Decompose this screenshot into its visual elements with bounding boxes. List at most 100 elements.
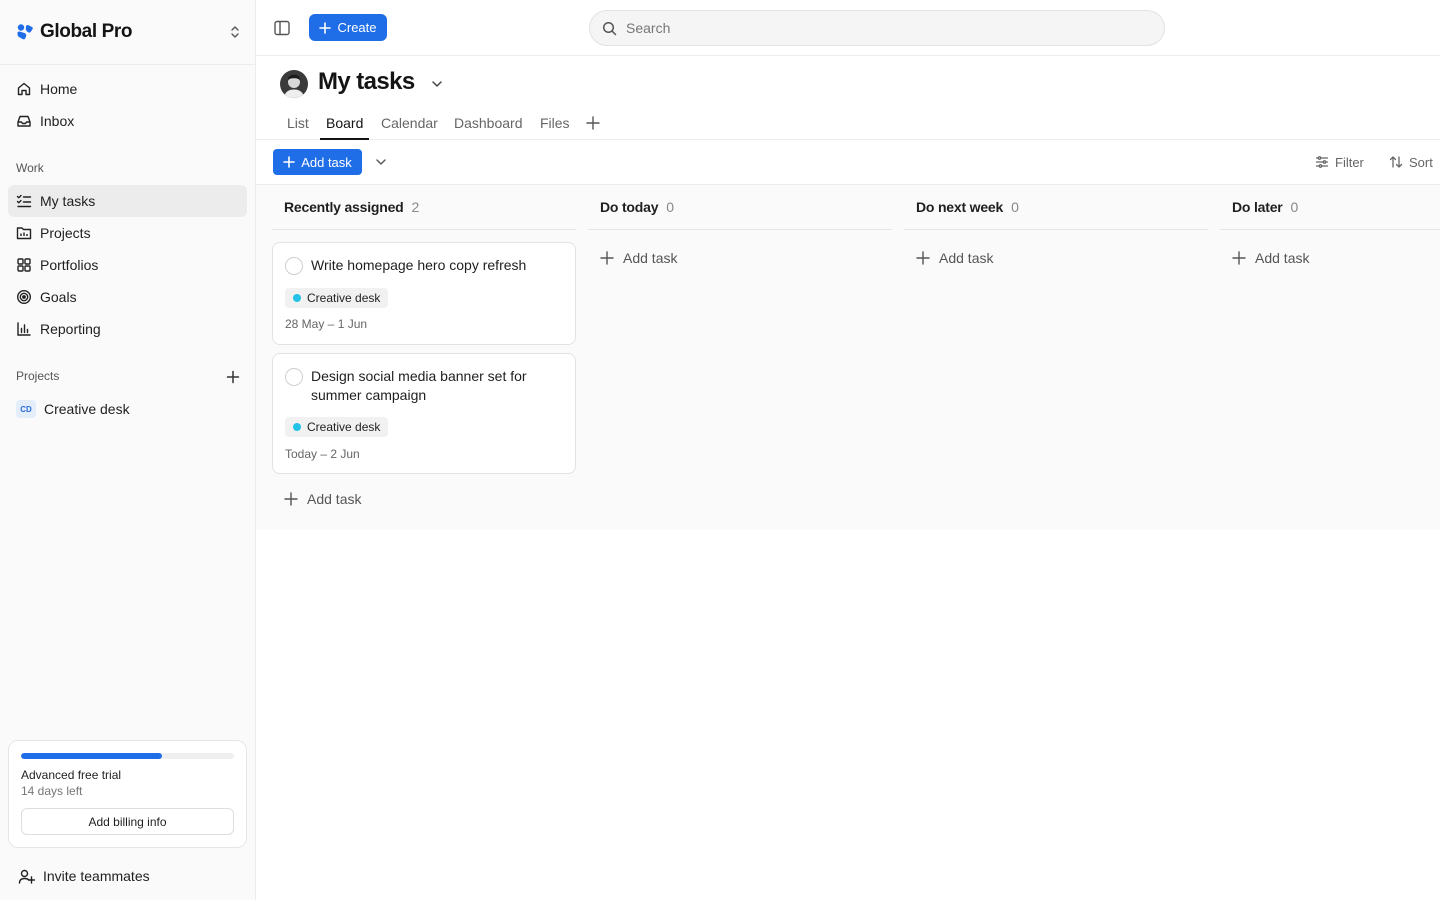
add-task-button[interactable]: Add task [273, 149, 362, 175]
sidebar-item-label: My tasks [40, 193, 96, 209]
top-bar: Create [256, 0, 1440, 56]
search-bar[interactable] [589, 10, 1165, 46]
section-label-projects: Projects [16, 369, 60, 383]
view-tabs: List Board Calendar Dashboard Files [256, 108, 1440, 140]
sidebar-item-label: Home [40, 81, 78, 97]
board: Recently assigned 2 Write homepage hero … [256, 185, 1440, 530]
create-button[interactable]: Create [309, 14, 387, 41]
board-column-do-later: Do later 0 Add task [1220, 185, 1440, 530]
sidebar-item-my-tasks[interactable]: My tasks [8, 185, 247, 217]
trial-card: Advanced free trial 14 days left Add bil… [8, 740, 247, 848]
column-count: 0 [666, 199, 675, 215]
search-input[interactable] [626, 20, 1126, 36]
project-badge: CD [16, 400, 36, 418]
sidebar-item-label: Portfolios [40, 257, 99, 273]
complete-checkbox[interactable] [285, 257, 303, 275]
sidebar-item-inbox[interactable]: Inbox [8, 105, 247, 137]
plus-icon [600, 251, 614, 265]
task-card[interactable]: Design social media banner set for summe… [272, 353, 576, 474]
add-task-label: Add task [1255, 250, 1310, 266]
add-task-label: Add task [939, 250, 994, 266]
workspace-name: Global Pro [40, 21, 133, 42]
sidebar-item-label: Reporting [40, 321, 101, 337]
sort-icon [1389, 156, 1403, 168]
sort-button[interactable]: Sort [1389, 153, 1433, 171]
chevron-down-icon[interactable] [374, 155, 388, 169]
sort-label: Sort [1409, 154, 1433, 170]
column-title: Do today [600, 199, 659, 215]
chevron-down-icon[interactable] [429, 76, 445, 92]
column-count: 0 [1011, 199, 1019, 215]
project-color-dot [293, 294, 301, 302]
board-toolbar: Add task Filter Sort [256, 140, 1440, 185]
board-column-do-today: Do today 0 Add task [588, 185, 892, 530]
tab-list[interactable]: List [287, 115, 309, 140]
sidebar-item-goals[interactable]: Goals [8, 281, 247, 313]
filter-label: Filter [1335, 154, 1364, 170]
sidebar-item-label: Creative desk [44, 401, 130, 417]
trial-title: Advanced free trial [21, 768, 122, 782]
column-title: Do next week [916, 199, 1004, 215]
column-add-task-button[interactable]: Add task [1232, 248, 1309, 268]
sidebar-item-home[interactable]: Home [8, 73, 247, 105]
column-add-task-button[interactable]: Add task [916, 248, 993, 268]
sidebar-item-projects[interactable]: Projects [8, 217, 247, 249]
task-card[interactable]: Write homepage hero copy refresh Creativ… [272, 242, 576, 345]
invite-teammates-button[interactable]: Invite teammates [18, 866, 150, 886]
sidebar: Global Pro Home Inbox Work My tasks Proj… [0, 0, 256, 900]
page-title: My tasks [318, 68, 415, 95]
tab-dashboard[interactable]: Dashboard [454, 115, 523, 140]
avatar[interactable] [280, 70, 308, 98]
brand-logo-icon [17, 24, 33, 40]
grid-icon [17, 258, 31, 272]
column-count: 0 [1290, 199, 1299, 215]
filter-icon [1315, 156, 1329, 168]
column-header[interactable]: Do next week 0 [904, 185, 1208, 230]
add-tab-icon[interactable] [586, 116, 600, 130]
board-column-recently-assigned: Recently assigned 2 Write homepage hero … [272, 185, 576, 530]
sidebar-item-creative-desk[interactable]: CD Creative desk [8, 393, 247, 425]
workspace-switcher[interactable]: Global Pro [16, 18, 242, 46]
plus-icon [1232, 251, 1246, 265]
tab-calendar[interactable]: Calendar [381, 115, 438, 140]
tasks-icon [16, 194, 32, 208]
sidebar-item-reporting[interactable]: Reporting [8, 313, 247, 345]
invite-label: Invite teammates [43, 868, 150, 884]
column-add-task-button[interactable]: Add task [284, 489, 361, 509]
task-date-range: Today – 2 Jun [285, 447, 360, 461]
sidebar-divider [0, 64, 256, 65]
search-icon [602, 21, 617, 35]
section-label-work: Work [16, 161, 44, 175]
target-icon [16, 289, 32, 305]
project-tag-label: Creative desk [307, 291, 381, 305]
trial-days-left: 14 days left [21, 784, 83, 798]
project-tag-label: Creative desk [307, 420, 381, 434]
column-header[interactable]: Do later 0 [1220, 185, 1440, 230]
add-task-label: Add task [623, 250, 678, 266]
user-avatar-icon [280, 70, 308, 98]
project-tag: Creative desk [285, 417, 389, 437]
task-title: Write homepage hero copy refresh [311, 257, 527, 273]
user-plus-icon [18, 869, 35, 884]
create-label: Create [337, 20, 377, 35]
plus-icon [916, 251, 930, 265]
complete-checkbox[interactable] [285, 368, 303, 386]
sidebar-item-portfolios[interactable]: Portfolios [8, 249, 247, 281]
sidebar-toggle-icon[interactable] [273, 19, 291, 37]
plus-icon [283, 156, 296, 168]
folder-icon [16, 227, 32, 240]
chevron-up-down-icon [231, 26, 239, 38]
add-billing-info-button[interactable]: Add billing info [21, 808, 234, 835]
sidebar-item-label: Inbox [40, 113, 75, 129]
column-add-task-button[interactable]: Add task [600, 248, 677, 268]
column-header[interactable]: Do today 0 [588, 185, 892, 230]
trial-progress-fill [21, 753, 162, 759]
task-title: Design social media banner set for summe… [311, 368, 527, 403]
tab-files[interactable]: Files [540, 115, 570, 140]
filter-button[interactable]: Filter [1315, 153, 1364, 171]
project-tag: Creative desk [285, 288, 389, 308]
column-header[interactable]: Recently assigned 2 [272, 185, 576, 230]
plus-icon [284, 492, 298, 506]
tab-board[interactable]: Board [320, 115, 370, 140]
add-project-icon[interactable] [224, 368, 242, 386]
